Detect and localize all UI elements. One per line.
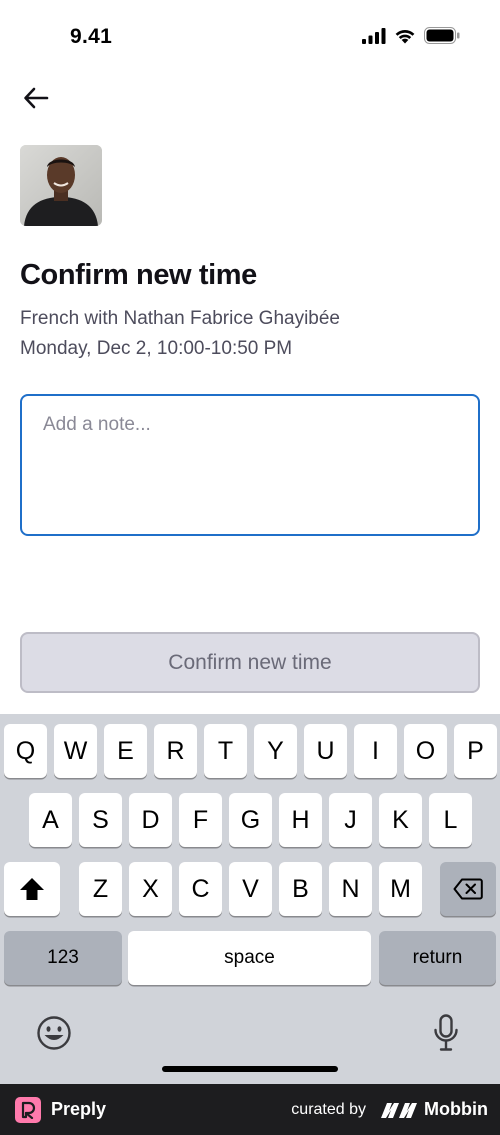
key-i[interactable]: I xyxy=(354,724,397,778)
key-l[interactable]: L xyxy=(429,793,472,847)
preply-logo-icon xyxy=(15,1096,41,1123)
back-button[interactable] xyxy=(20,82,52,114)
shift-icon xyxy=(20,878,44,900)
key-w[interactable]: W xyxy=(54,724,97,778)
lesson-description: French with Nathan Fabrice Ghayibée xyxy=(20,308,340,329)
mobbin-logo-icon xyxy=(380,1101,418,1119)
key-a[interactable]: A xyxy=(29,793,72,847)
key-j[interactable]: J xyxy=(329,793,372,847)
note-field-container xyxy=(20,394,480,536)
arrow-left-icon xyxy=(24,87,49,109)
footer-curated-by: curated by xyxy=(291,1100,367,1118)
note-field[interactable] xyxy=(43,414,457,516)
key-y[interactable]: Y xyxy=(254,724,297,778)
footer-brand: Mobbin xyxy=(424,1099,488,1119)
numbers-key[interactable]: 123 xyxy=(4,931,122,985)
status-bar: 9.41 xyxy=(0,0,500,70)
key-o[interactable]: O xyxy=(404,724,447,778)
signal-icon xyxy=(362,27,386,44)
key-b[interactable]: B xyxy=(279,862,322,916)
key-g[interactable]: G xyxy=(229,793,272,847)
emoji-button[interactable] xyxy=(35,1014,73,1052)
status-icons xyxy=(362,27,460,44)
key-p[interactable]: P xyxy=(454,724,497,778)
microphone-icon xyxy=(434,1014,458,1051)
page-title: Confirm new time xyxy=(20,259,257,291)
key-h[interactable]: H xyxy=(279,793,322,847)
key-f[interactable]: F xyxy=(179,793,222,847)
footer-app-name: Preply xyxy=(51,1099,107,1119)
key-u[interactable]: U xyxy=(304,724,347,778)
tutor-avatar xyxy=(20,145,102,226)
emoji-icon xyxy=(37,1016,71,1050)
shift-key[interactable] xyxy=(4,862,60,916)
wifi-icon xyxy=(395,29,415,43)
space-key[interactable]: space xyxy=(128,931,371,985)
battery-icon xyxy=(424,27,460,44)
lesson-datetime: Monday, Dec 2, 10:00-10:50 PM xyxy=(20,338,293,359)
key-z[interactable]: Z xyxy=(79,862,122,916)
key-v[interactable]: V xyxy=(229,862,272,916)
key-e[interactable]: E xyxy=(104,724,147,778)
key-d[interactable]: D xyxy=(129,793,172,847)
key-n[interactable]: N xyxy=(329,862,372,916)
backspace-icon xyxy=(453,878,483,900)
return-key[interactable]: return xyxy=(379,931,496,985)
key-r[interactable]: R xyxy=(154,724,197,778)
key-t[interactable]: T xyxy=(204,724,247,778)
key-q[interactable]: Q xyxy=(4,724,47,778)
keyboard: Q W E R T Y U I O P A S D F G H J K L Z … xyxy=(0,714,500,1084)
key-x[interactable]: X xyxy=(129,862,172,916)
key-c[interactable]: C xyxy=(179,862,222,916)
dictation-button[interactable] xyxy=(428,1012,464,1054)
key-m[interactable]: M xyxy=(379,862,422,916)
key-k[interactable]: K xyxy=(379,793,422,847)
key-s[interactable]: S xyxy=(79,793,122,847)
confirm-new-time-button[interactable]: Confirm new time xyxy=(20,632,480,693)
home-indicator xyxy=(162,1066,338,1072)
footer-bar: Preply curated by Mobbin xyxy=(0,1084,500,1135)
backspace-key[interactable] xyxy=(440,862,496,916)
status-time: 9.41 xyxy=(70,25,113,48)
